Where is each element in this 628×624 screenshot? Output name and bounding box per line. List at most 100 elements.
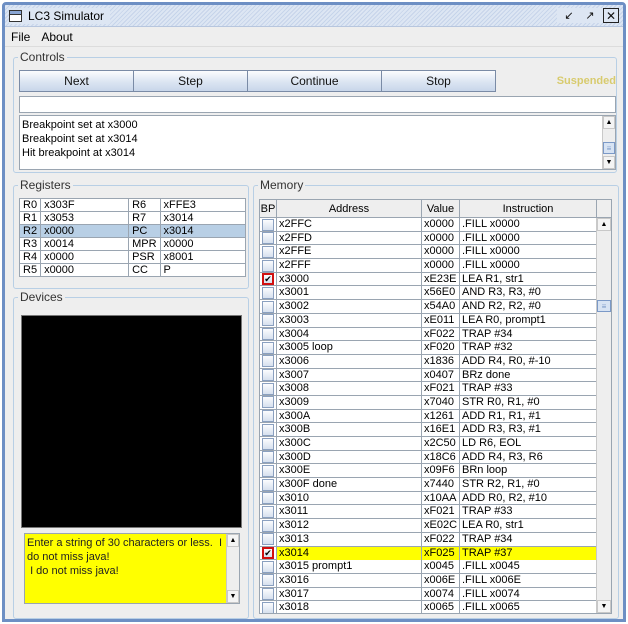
- instruction-cell[interactable]: LEA R1, str1: [460, 272, 597, 286]
- instruction-cell[interactable]: LD R6, EOL: [460, 437, 597, 450]
- address-cell[interactable]: x3000: [277, 272, 422, 286]
- value-cell[interactable]: xF022: [422, 327, 460, 341]
- value-cell[interactable]: x0065: [422, 601, 460, 613]
- register-name[interactable]: R5: [18, 263, 42, 277]
- breakpoint-checkbox[interactable]: [262, 218, 274, 231]
- value-cell[interactable]: x54A0: [422, 300, 460, 314]
- scroll-up-icon[interactable]: ▲: [597, 218, 611, 231]
- value-cell[interactable]: xE23E: [422, 272, 460, 286]
- breakpoint-checkbox[interactable]: [262, 259, 274, 272]
- address-cell[interactable]: x3007: [277, 368, 422, 382]
- breakpoint-checkbox[interactable]: [262, 314, 274, 327]
- register-name[interactable]: R2: [18, 224, 42, 238]
- maximize-icon[interactable]: ↗: [582, 8, 598, 23]
- breakpoint-checkbox[interactable]: [262, 492, 274, 505]
- breakpoint-checkbox[interactable]: [262, 478, 274, 491]
- console-scrollbar[interactable]: ▲ ≡ ▼: [602, 116, 615, 169]
- register-value[interactable]: x0014: [40, 237, 130, 251]
- instruction-cell[interactable]: TRAP #32: [460, 341, 597, 355]
- memory-row[interactable]: x3007 x0407 BRz done: [260, 368, 597, 383]
- breakpoint-checkbox[interactable]: [262, 560, 274, 573]
- memory-scrollbar[interactable]: ▲ ≡ ▼: [596, 218, 611, 613]
- breakpoint-checkbox[interactable]: [262, 533, 274, 546]
- continue-button[interactable]: Continue: [248, 70, 382, 92]
- breakpoint-checkbox[interactable]: [262, 464, 274, 477]
- value-cell[interactable]: x16E1: [422, 423, 460, 437]
- stop-button[interactable]: Stop: [382, 70, 496, 92]
- instruction-cell[interactable]: .FILL x0000: [460, 218, 597, 231]
- value-cell[interactable]: xF021: [422, 382, 460, 396]
- scroll-thumb[interactable]: ≡: [597, 300, 611, 312]
- address-cell[interactable]: x3013: [277, 532, 422, 546]
- instruction-cell[interactable]: TRAP #33: [460, 505, 597, 519]
- address-cell[interactable]: x300D: [277, 450, 422, 464]
- breakpoint-checkbox[interactable]: [262, 519, 274, 532]
- memory-row[interactable]: x300F done x7440 STR R2, R1, #0: [260, 478, 597, 492]
- address-cell[interactable]: x2FFE: [277, 245, 422, 259]
- address-cell[interactable]: x3016: [277, 573, 422, 587]
- register-row[interactable]: R3 x0014 MPR x0000: [18, 237, 246, 251]
- address-cell[interactable]: x3005 loop: [277, 341, 422, 355]
- breakpoint-checkbox[interactable]: [262, 355, 274, 368]
- value-cell[interactable]: x09F6: [422, 464, 460, 478]
- register-value[interactable]: x3014: [159, 211, 246, 225]
- address-cell[interactable]: x2FFD: [277, 231, 422, 245]
- value-cell[interactable]: x0000: [422, 245, 460, 259]
- value-cell[interactable]: x18C6: [422, 450, 460, 464]
- instruction-cell[interactable]: .FILL x0000: [460, 259, 597, 273]
- console-output[interactable]: Breakpoint set at x3000 Breakpoint set a…: [19, 115, 616, 170]
- instruction-cell[interactable]: .FILL x0000: [460, 245, 597, 259]
- memory-row[interactable]: x3011 xF021 TRAP #33: [260, 505, 597, 520]
- instruction-cell[interactable]: AND R3, R3, #0: [460, 286, 597, 300]
- menu-about[interactable]: About: [41, 30, 72, 44]
- scroll-down-icon[interactable]: ▼: [227, 590, 239, 603]
- register-name[interactable]: MPR: [128, 237, 161, 251]
- address-cell[interactable]: x3015 prompt1: [277, 560, 422, 574]
- instruction-cell[interactable]: BRz done: [460, 368, 597, 382]
- instruction-cell[interactable]: .FILL x0074: [460, 587, 597, 601]
- value-cell[interactable]: x0407: [422, 368, 460, 382]
- breakpoint-checkbox[interactable]: [262, 382, 274, 395]
- memory-row[interactable]: x2FFE x0000 .FILL x0000: [260, 245, 597, 260]
- value-cell[interactable]: xE011: [422, 313, 460, 327]
- address-cell[interactable]: x3010: [277, 491, 422, 505]
- value-cell[interactable]: x2C50: [422, 437, 460, 450]
- register-row[interactable]: R0 x303F R6 xFFE3: [18, 198, 246, 212]
- address-cell[interactable]: x300F done: [277, 478, 422, 492]
- memory-row[interactable]: x3008 xF021 TRAP #33: [260, 382, 597, 396]
- register-row[interactable]: R5 x0000 CC P: [18, 263, 246, 277]
- address-cell[interactable]: x3018: [277, 601, 422, 613]
- breakpoint-checkbox[interactable]: [262, 286, 274, 299]
- column-header-bp[interactable]: BP: [260, 200, 277, 218]
- minimize-icon[interactable]: ↙: [561, 8, 577, 23]
- breakpoint-checkbox[interactable]: [262, 423, 274, 436]
- address-cell[interactable]: x300C: [277, 437, 422, 450]
- register-name[interactable]: R1: [18, 211, 42, 225]
- memory-row[interactable]: x3006 x1836 ADD R4, R0, #-10: [260, 354, 597, 369]
- instruction-cell[interactable]: .FILL x006E: [460, 573, 597, 587]
- memory-row[interactable]: x300C x2C50 LD R6, EOL: [260, 437, 597, 451]
- instruction-cell[interactable]: LEA R0, str1: [460, 519, 597, 533]
- register-name[interactable]: R0: [18, 198, 42, 212]
- column-header-address[interactable]: Address: [277, 200, 422, 218]
- memory-row[interactable]: x2FFC x0000 .FILL x0000: [260, 218, 597, 232]
- close-icon[interactable]: ✕: [603, 8, 619, 23]
- breakpoint-checkbox[interactable]: [262, 574, 274, 587]
- memory-row[interactable]: x300B x16E1 ADD R3, R3, #1: [260, 423, 597, 437]
- memory-row[interactable]: ✔ x3000 xE23E LEA R1, str1: [260, 272, 597, 287]
- instruction-cell[interactable]: ADD R1, R1, #1: [460, 409, 597, 423]
- breakpoint-checkbox[interactable]: [262, 341, 274, 354]
- register-name[interactable]: R7: [128, 211, 161, 225]
- instruction-cell[interactable]: ADD R0, R2, #10: [460, 491, 597, 505]
- breakpoint-checkbox[interactable]: ✔: [262, 273, 274, 286]
- register-name[interactable]: R6: [128, 198, 161, 212]
- value-cell[interactable]: xF021: [422, 505, 460, 519]
- value-cell[interactable]: x7440: [422, 478, 460, 492]
- address-cell[interactable]: x3014: [277, 546, 422, 560]
- memory-row[interactable]: x3010 x10AA ADD R0, R2, #10: [260, 491, 597, 506]
- register-value[interactable]: x303F: [40, 198, 130, 212]
- memory-row[interactable]: x3001 x56E0 AND R3, R3, #0: [260, 286, 597, 301]
- breakpoint-checkbox[interactable]: [262, 369, 274, 382]
- memory-row[interactable]: x3016 x006E .FILL x006E: [260, 573, 597, 588]
- register-name[interactable]: R3: [18, 237, 42, 251]
